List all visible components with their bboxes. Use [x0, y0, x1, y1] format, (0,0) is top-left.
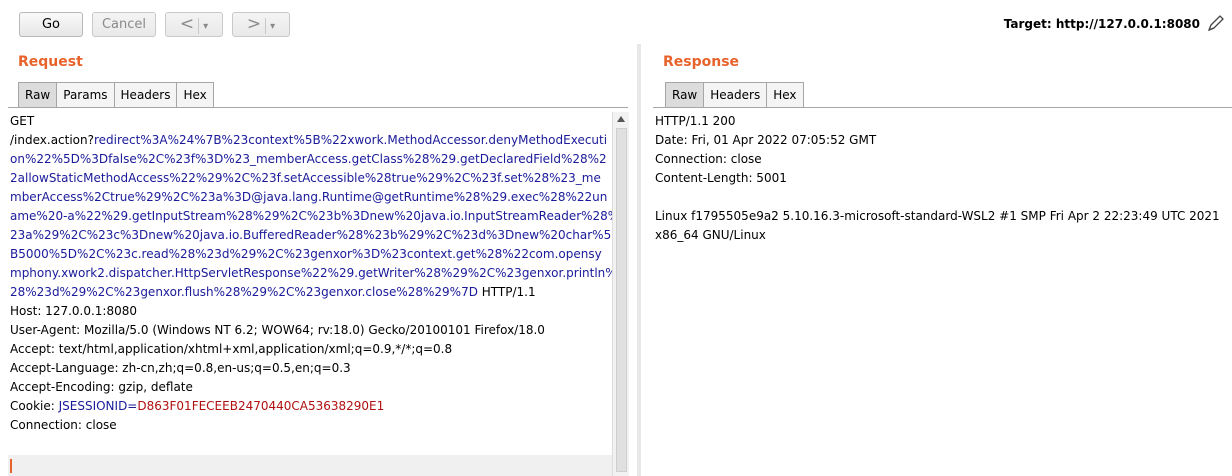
request-line: 23a%29%2C%23c%3Dnew%20java.io.BufferedRe…	[10, 228, 612, 242]
request-tab-hex[interactable]: Hex	[176, 82, 214, 107]
request-line: mberAccess%2Ctrue%29%2C%23a%3D@java.lang…	[10, 190, 608, 204]
toolbar: Go Cancel < ▾ > ▾ Target: http://127.0.0.1…	[0, 0, 1232, 44]
response-line: Date: Fri, 01 Apr 2022 07:05:52 GMT	[655, 133, 877, 147]
response-tab-raw[interactable]: Raw	[665, 82, 705, 107]
request-line: Connection: close	[10, 418, 117, 432]
request-tab-raw[interactable]: Raw	[18, 82, 58, 107]
forward-dropdown-icon[interactable]: ▾	[270, 21, 275, 32]
request-tab-headers[interactable]: Headers	[113, 82, 178, 107]
request-title: Request	[18, 54, 83, 70]
cancel-button[interactable]: Cancel	[92, 12, 156, 37]
back-button[interactable]: < ▾	[165, 12, 223, 37]
back-arrow-icon: <	[179, 14, 195, 34]
response-title: Response	[663, 54, 740, 70]
scrollbar-thumb[interactable]	[616, 128, 627, 472]
response-line: Linux f1795505e9a2 5.10.16.3-microsoft-s…	[655, 209, 1220, 223]
request-line: Cookie: JSESSIONID=D863F01FECEEB2470440C…	[10, 399, 385, 413]
forward-button[interactable]: > ▾	[232, 12, 290, 37]
response-line: HTTP/1.1 200	[655, 114, 736, 128]
request-line: Host: 127.0.0.1:8080	[10, 304, 138, 318]
response-tab-headers[interactable]: Headers	[703, 82, 768, 107]
scroll-up-arrow-icon[interactable]	[617, 116, 625, 122]
back-dropdown-icon[interactable]: ▾	[203, 21, 208, 32]
response-tab-hex[interactable]: Hex	[766, 82, 804, 107]
request-line: B5000%5D%2C%23c.read%28%23d%29%2C%23genx…	[10, 247, 602, 261]
response-line: Connection: close	[655, 152, 762, 166]
response-viewer[interactable]: HTTP/1.1 200 Date: Fri, 01 Apr 2022 07:0…	[653, 112, 1228, 476]
request-search-bar[interactable]	[8, 455, 612, 476]
request-line: Accept: text/html,application/xhtml+xml,…	[10, 342, 453, 356]
response-line: x86_64 GNU/Linux	[655, 228, 766, 242]
pencil-icon[interactable]	[1206, 13, 1226, 33]
response-line: Content-Length: 5001	[655, 171, 787, 185]
request-line: 28%23d%29%2C%23genxor.flush%28%29%2C%23g…	[10, 285, 536, 299]
response-tab-divider	[653, 107, 1232, 108]
request-line: Accept-Language: zh-cn,zh;q=0.8,en-us;q=…	[10, 361, 351, 375]
forward-arrow-icon: >	[246, 14, 262, 34]
request-line: ame%20-a%22%29.getInputStream%28%29%2C%2…	[10, 209, 612, 223]
request-scrollbar[interactable]	[612, 112, 629, 476]
pane-splitter[interactable]	[637, 44, 641, 476]
request-line: 2allowStaticMethodAccess%22%29%2C%23f.se…	[10, 171, 601, 185]
request-line: /index.action?redirect%3A%24%7B%23contex…	[10, 133, 608, 147]
request-line: User-Agent: Mozilla/5.0 (Windows NT 6.2;…	[10, 323, 545, 337]
request-line: GET	[10, 114, 35, 128]
target-label: Target: http://127.0.0.1:8080	[1003, 17, 1200, 31]
request-tab-divider	[8, 107, 628, 108]
request-editor[interactable]: GET /index.action?redirect%3A%24%7B%23co…	[8, 112, 612, 476]
request-line: on%22%5D%3Dfalse%2C%23f%3D%23_memberAcce…	[10, 152, 607, 166]
request-line: Accept-Encoding: gzip, deflate	[10, 380, 193, 394]
request-tabs: Raw Params Headers Hex	[18, 82, 214, 108]
response-line	[653, 188, 1228, 207]
go-button[interactable]: Go	[19, 12, 83, 37]
request-tab-params[interactable]: Params	[56, 82, 115, 107]
text-cursor	[10, 459, 12, 473]
response-tabs: Raw Headers Hex	[665, 82, 804, 108]
request-line: mphony.xwork2.dispatcher.HttpServletResp…	[10, 266, 612, 280]
